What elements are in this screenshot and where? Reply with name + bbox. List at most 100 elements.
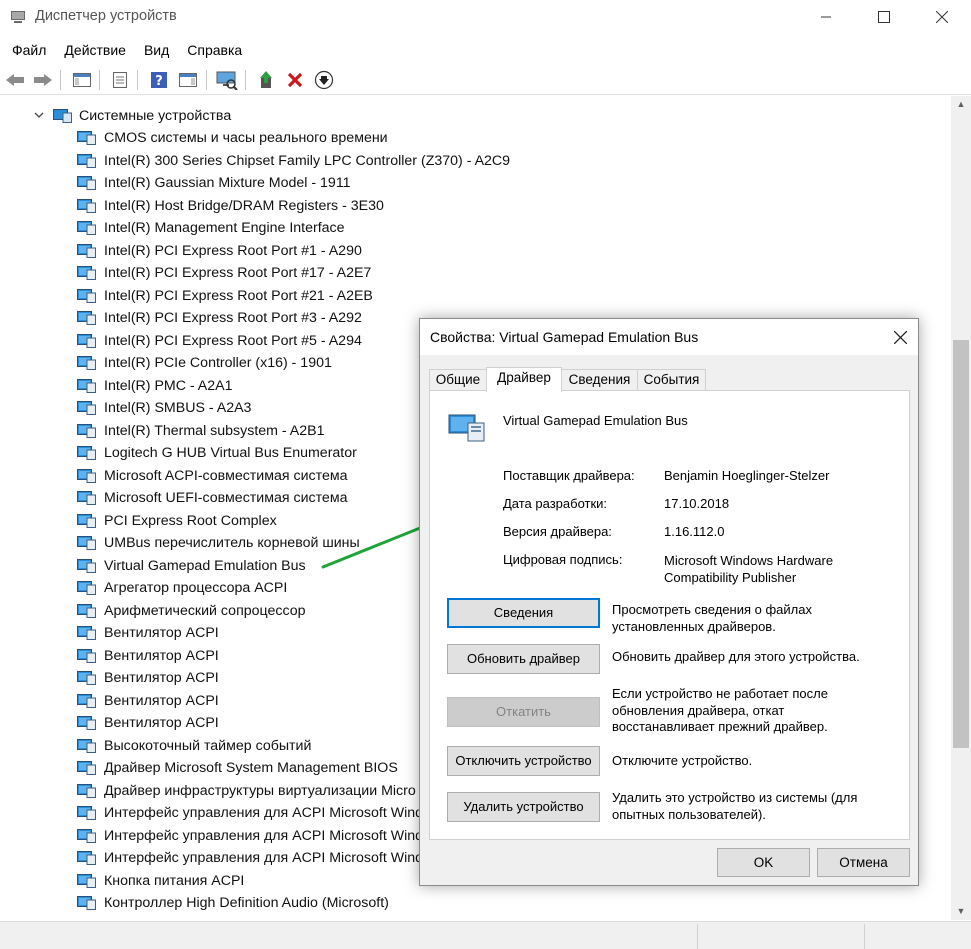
device-label: Вентилятор ACPI	[104, 715, 219, 731]
ok-button[interactable]: OK	[717, 848, 810, 877]
device-icon	[77, 423, 96, 438]
vertical-scrollbar[interactable]: ▲ ▼	[951, 96, 971, 920]
device-label: Кнопка питания ACPI	[104, 872, 245, 889]
driver-details-button[interactable]: Сведения	[447, 598, 600, 628]
menu-action[interactable]: Действие	[64, 40, 126, 62]
device-label: Интерфейс управления для ACPI Microsoft …	[104, 850, 424, 866]
device-icon	[77, 266, 96, 280]
device-icon	[77, 603, 96, 618]
properties-button[interactable]	[109, 69, 131, 91]
tab-general[interactable]: Общие	[429, 369, 487, 391]
device-icon	[77, 626, 96, 640]
device-label: Logitech G HUB Virtual Bus Enumerator	[104, 445, 357, 461]
close-button[interactable]	[913, 0, 971, 34]
disable-device-button[interactable]: Отключить устройство	[447, 746, 600, 776]
driver-tab-panel: Virtual Gamepad Emulation Bus Поставщик …	[429, 390, 910, 840]
device-icon	[77, 311, 96, 325]
scan-hardware-icon	[216, 71, 238, 90]
title-bar: Диспетчер устройств	[0, 0, 971, 34]
maximize-icon	[878, 11, 890, 23]
forward-button[interactable]	[32, 69, 54, 91]
uninstall-device-button[interactable]: Удалить устройство	[447, 792, 600, 822]
device-icon	[77, 671, 96, 685]
device-icon	[77, 536, 96, 550]
dialog-close-button[interactable]	[882, 319, 918, 355]
menu-file[interactable]: Файл	[12, 40, 46, 62]
console-tree-button[interactable]	[71, 69, 93, 91]
dialog-title-bar: Свойства: Virtual Gamepad Emulation Bus	[420, 319, 918, 355]
device-icon	[448, 414, 485, 442]
device-label: Intel(R) 300 Series Chipset Family LPC C…	[104, 152, 511, 169]
help-button[interactable]: ?	[148, 69, 170, 91]
device-icon	[77, 446, 96, 460]
driver-date-value: 17.10.2018	[664, 496, 730, 511]
minimize-icon	[821, 16, 831, 18]
maximize-button[interactable]	[855, 0, 913, 34]
roll-back-driver-button[interactable]: Откатить	[447, 697, 600, 727]
device-label: Intel(R) PMC - A2A1	[104, 377, 233, 394]
scan-hardware-button[interactable]	[216, 69, 238, 91]
device-label: Вентилятор ACPI	[104, 692, 219, 709]
device-icon	[77, 198, 96, 213]
action-pane-button[interactable]	[177, 69, 199, 91]
tab-driver[interactable]: Драйвер	[486, 367, 562, 392]
device-icon	[77, 468, 96, 483]
device-label: Intel(R) Thermal subsystem - A2B1	[104, 422, 325, 439]
svg-text:?: ?	[155, 74, 163, 89]
menu-view[interactable]: Вид	[144, 40, 169, 62]
device-icon	[77, 581, 96, 595]
device-label: Intel(R) SMBUS - A2A3	[104, 400, 252, 416]
forward-icon	[34, 74, 52, 86]
device-icon	[77, 648, 96, 663]
category-label: Системные устройства	[79, 108, 232, 124]
device-icon	[77, 153, 96, 168]
device-label: Microsoft ACPI-совместимая система	[104, 467, 348, 484]
device-label: CMOS системы и часы реального времени	[104, 130, 388, 146]
scroll-down-icon[interactable]: ▼	[951, 903, 971, 920]
device-icon	[77, 333, 96, 348]
back-icon	[6, 74, 24, 86]
toolbar: ?	[0, 65, 971, 95]
update-driver-icon	[260, 71, 272, 88]
digital-signer-label: Цифровая подпись:	[503, 552, 623, 567]
driver-date-label: Дата разработки:	[503, 496, 608, 511]
cancel-button[interactable]: Отмена	[817, 848, 910, 877]
download-button[interactable]	[313, 69, 335, 91]
tab-details[interactable]: Сведения	[561, 369, 638, 391]
properties-dialog: Свойства: Virtual Gamepad Emulation Bus …	[419, 318, 919, 886]
tab-events[interactable]: События	[637, 369, 706, 391]
device-label: Intel(R) Management Engine Interface	[104, 220, 345, 236]
driver-provider-value: Benjamin Hoeglinger-Stelzer	[664, 468, 830, 483]
device-label: Интерфейс управления для ACPI Microsoft …	[104, 827, 424, 844]
device-label: Агрегатор процессора ACPI	[104, 580, 288, 596]
device-icon	[77, 401, 96, 415]
update-driver-button[interactable]: Обновить драйвер	[447, 644, 600, 674]
scroll-up-icon[interactable]: ▲	[951, 96, 971, 113]
action-pane-icon	[179, 73, 197, 87]
back-button[interactable]	[4, 69, 26, 91]
device-icon	[77, 896, 96, 910]
device-icon	[77, 221, 96, 235]
scroll-thumb[interactable]	[953, 340, 969, 748]
update-driver-button[interactable]	[256, 69, 278, 91]
update-driver-desc: Обновить драйвер для этого устройства.	[612, 649, 860, 664]
chevron-down-icon[interactable]	[34, 105, 44, 135]
device-label: Microsoft UEFI-совместимая система	[104, 490, 348, 506]
uninstall-button[interactable]	[284, 69, 306, 91]
device-icon	[77, 716, 96, 730]
device-icon	[77, 288, 96, 303]
device-label: Высокоточный таймер событий	[104, 737, 312, 754]
driver-details-desc: Просмотреть сведения о файлах установлен…	[612, 602, 812, 634]
device-label: Intel(R) Host Bridge/DRAM Registers - 3E…	[104, 197, 384, 214]
minimize-button[interactable]	[797, 0, 855, 34]
device-icon	[77, 851, 96, 865]
menu-help[interactable]: Справка	[187, 40, 242, 62]
system-devices-icon	[53, 109, 72, 123]
console-tree-icon	[73, 73, 91, 87]
roll-back-driver-desc: Если устройство не работает после обновл…	[612, 686, 828, 734]
device-icon	[77, 558, 96, 573]
device-label: Контроллер High Definition Audio (Micros…	[104, 895, 389, 911]
menu-bar: Файл Действие Вид Справка	[0, 40, 971, 62]
status-bar	[0, 921, 971, 949]
device-icon	[77, 693, 96, 708]
